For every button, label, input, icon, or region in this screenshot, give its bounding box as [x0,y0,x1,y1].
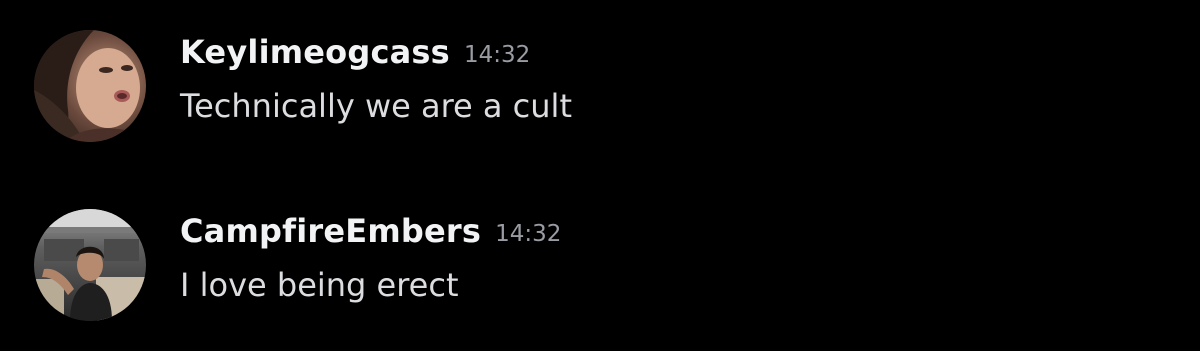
message-header: CampfireEmbers 14:32 [180,211,561,251]
timestamp: 14:32 [463,42,531,68]
user-avatar-icon[interactable] [34,30,146,142]
username[interactable]: CampfireEmbers [180,212,481,250]
message-header: Keylimeogcass 14:32 [180,32,530,72]
message-text: I love being erect [180,266,459,304]
timestamp: 14:32 [495,221,562,247]
username[interactable]: Keylimeogcass [180,33,450,71]
message-text: Technically we are a cult [180,87,572,125]
user-avatar-icon[interactable] [34,209,146,321]
